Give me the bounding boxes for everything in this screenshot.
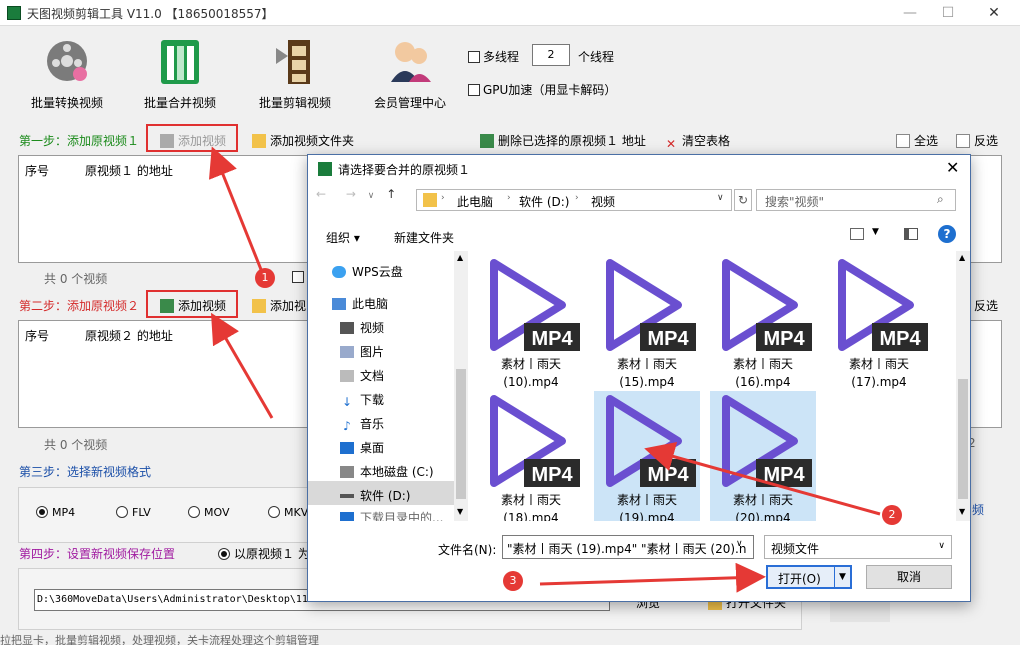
step-badge-3: 3 [503,571,523,591]
arrow-1b [210,312,274,419]
arrow-1a [208,146,264,273]
annotation-layer [208,146,881,593]
arrow-3 [539,562,766,593]
step-badge-2: 2 [882,505,902,525]
step-badge-1: 1 [255,268,275,288]
arrow-2 [644,441,881,516]
